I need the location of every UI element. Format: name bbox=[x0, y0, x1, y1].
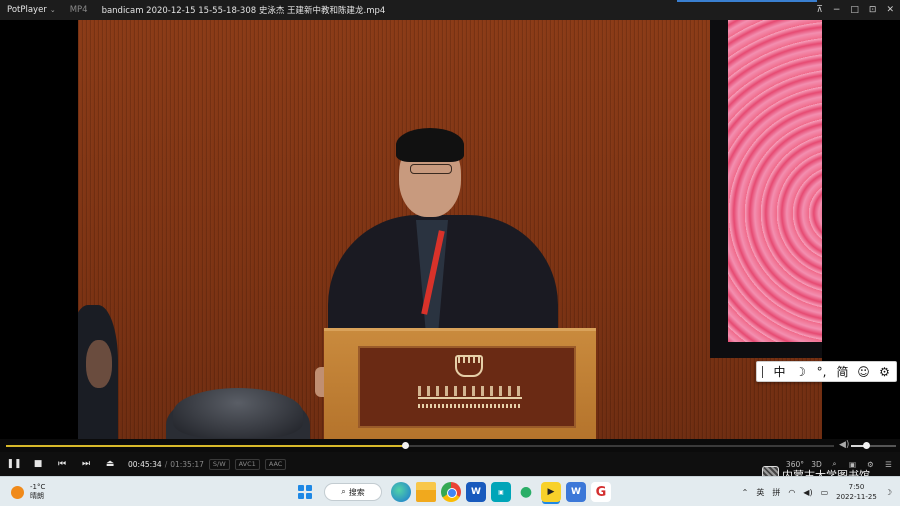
close-icon[interactable]: ✕ bbox=[886, 5, 894, 15]
potplayer-window: PotPlayer ⌄ MP4 bandicam 2020-12-15 15-5… bbox=[0, 0, 900, 506]
chevron-down-icon: ⌄ bbox=[49, 6, 56, 14]
audience-member-left-face bbox=[86, 340, 112, 388]
start-button[interactable] bbox=[295, 482, 315, 502]
menu-icon[interactable]: ☰ bbox=[883, 460, 894, 469]
ime-punctuation-icon[interactable]: °, bbox=[811, 365, 832, 379]
clock-time: 7:50 bbox=[848, 483, 865, 491]
chrome-icon[interactable] bbox=[441, 482, 461, 502]
wps-writer-icon[interactable]: W bbox=[566, 482, 586, 502]
ime-toolbar: 中 ☽ °, 简 ☺ ⚙ bbox=[756, 361, 897, 382]
format-label: MP4 bbox=[69, 5, 88, 15]
fullscreen-icon[interactable]: ⊡ bbox=[869, 5, 877, 15]
search-icon: ⌕ bbox=[341, 487, 346, 496]
window-title: bandicam 2020-12-15 15-55-18-308 史泳杰 王建新… bbox=[101, 6, 386, 16]
library-logo-columns bbox=[458, 355, 480, 363]
next-icon[interactable]: ⏭ bbox=[74, 452, 98, 476]
word-icon[interactable]: W bbox=[466, 482, 486, 502]
speaker-icon[interactable]: ◀) bbox=[839, 440, 849, 450]
system-tray: ⌃ 英 拼 ◠ ◀) ▭ 7:50 2022-11-25 ☽ bbox=[742, 477, 892, 506]
volume-tray-icon[interactable]: ◀) bbox=[803, 488, 812, 497]
night-mode-icon[interactable]: ☽ bbox=[885, 488, 892, 497]
audience-member-head bbox=[173, 388, 303, 438]
red-g-app-icon[interactable]: G bbox=[591, 482, 611, 502]
pause-icon[interactable]: ❚❚ bbox=[2, 452, 26, 476]
current-time: 00:45:34 bbox=[128, 459, 162, 469]
eject-icon[interactable]: ⏏ bbox=[98, 452, 122, 476]
video-codec-tag[interactable]: AVC1 bbox=[234, 458, 260, 470]
time-display[interactable]: 00:45:34/01:35:17 bbox=[128, 460, 204, 469]
potplayer-taskbar-icon[interactable]: ▶ bbox=[541, 482, 561, 502]
windows-taskbar: -1°C 晴朗 ⌕ 搜索 W ▣ ● ▶ W G ⌃ 英 拼 ◠ ◀) ▭ 7:5… bbox=[0, 476, 900, 506]
audio-codec-tag[interactable]: AAC bbox=[264, 458, 287, 470]
battery-icon[interactable]: ▭ bbox=[821, 488, 829, 497]
wifi-icon[interactable]: ◠ bbox=[788, 488, 795, 497]
search-label: 搜索 bbox=[348, 487, 365, 497]
video-frame[interactable] bbox=[78, 20, 822, 439]
window-controls: ⊼ − □ ⊡ ✕ bbox=[816, 0, 894, 20]
ime-mode-chinese[interactable]: 中 bbox=[769, 363, 790, 380]
previous-icon[interactable]: ⏮ bbox=[50, 452, 74, 476]
weather-description: 晴朗 bbox=[30, 492, 44, 500]
ime-emoji-icon[interactable]: ☺ bbox=[853, 365, 874, 379]
taskbar-apps: ⌕ 搜索 W ▣ ● ▶ W G bbox=[295, 481, 611, 503]
maximize-icon[interactable]: □ bbox=[850, 5, 859, 15]
speaker-glasses bbox=[410, 164, 452, 174]
tray-overflow-chevron-icon[interactable]: ⌃ bbox=[742, 488, 749, 497]
title-accent-line bbox=[677, 0, 817, 2]
app-menu-button[interactable]: PotPlayer ⌄ bbox=[0, 5, 56, 15]
edge-icon[interactable] bbox=[391, 482, 411, 502]
sun-icon bbox=[11, 485, 24, 499]
title-bar: PotPlayer ⌄ MP4 bandicam 2020-12-15 15-5… bbox=[0, 0, 900, 20]
app-name: PotPlayer bbox=[7, 5, 47, 15]
display-screen bbox=[728, 20, 822, 342]
pin-on-top-icon[interactable]: ⊼ bbox=[816, 5, 823, 15]
cyan-app-icon[interactable]: ▣ bbox=[491, 482, 511, 502]
ime-drag-handle[interactable] bbox=[762, 365, 763, 378]
weather-temperature: -1°C bbox=[30, 483, 46, 491]
tray-ime-mode[interactable]: 拼 bbox=[772, 487, 780, 498]
minimize-icon[interactable]: − bbox=[833, 5, 841, 15]
clock-date: 2022-11-25 bbox=[836, 493, 877, 501]
speaker-hair bbox=[396, 128, 464, 162]
file-explorer-icon[interactable] bbox=[416, 482, 436, 502]
stop-icon[interactable]: ■ bbox=[26, 452, 50, 476]
clock[interactable]: 7:50 2022-11-25 bbox=[836, 482, 877, 502]
decoder-tag[interactable]: S/W bbox=[208, 458, 230, 470]
seek-progress bbox=[6, 445, 406, 447]
tray-language[interactable]: 英 bbox=[756, 487, 764, 498]
ime-moon-icon[interactable]: ☽ bbox=[790, 365, 811, 379]
time-separator: / bbox=[164, 459, 168, 469]
ime-simplified[interactable]: 简 bbox=[832, 363, 853, 380]
ime-settings-icon[interactable]: ⚙ bbox=[874, 365, 895, 379]
total-time: 01:35:17 bbox=[170, 459, 204, 469]
weather-widget[interactable]: -1°C 晴朗 bbox=[11, 483, 45, 501]
taskbar-search[interactable]: ⌕ 搜索 bbox=[324, 483, 382, 501]
windows-logo-icon bbox=[296, 483, 314, 501]
library-calligraphy bbox=[418, 383, 522, 399]
wechat-icon[interactable]: ● bbox=[516, 482, 536, 502]
library-english-name bbox=[418, 404, 522, 408]
